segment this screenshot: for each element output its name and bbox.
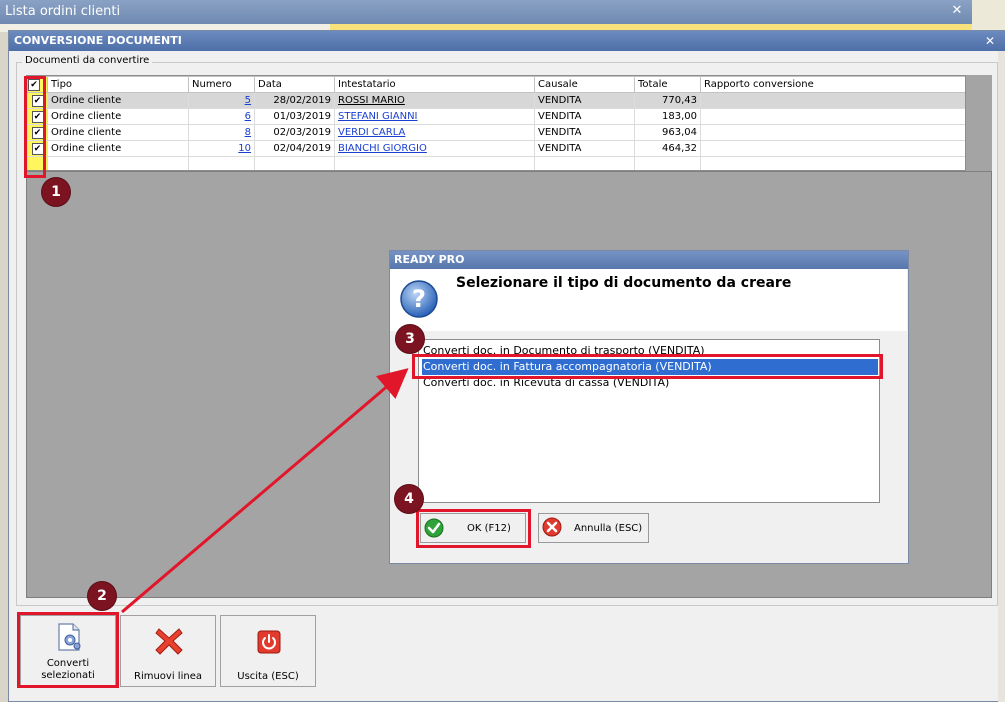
annotation-arrow	[121, 368, 409, 614]
marker-3: 3	[396, 325, 424, 353]
marker-4: 4	[395, 485, 423, 513]
marker-1: 1	[42, 178, 70, 206]
marker-2: 2	[88, 582, 116, 610]
